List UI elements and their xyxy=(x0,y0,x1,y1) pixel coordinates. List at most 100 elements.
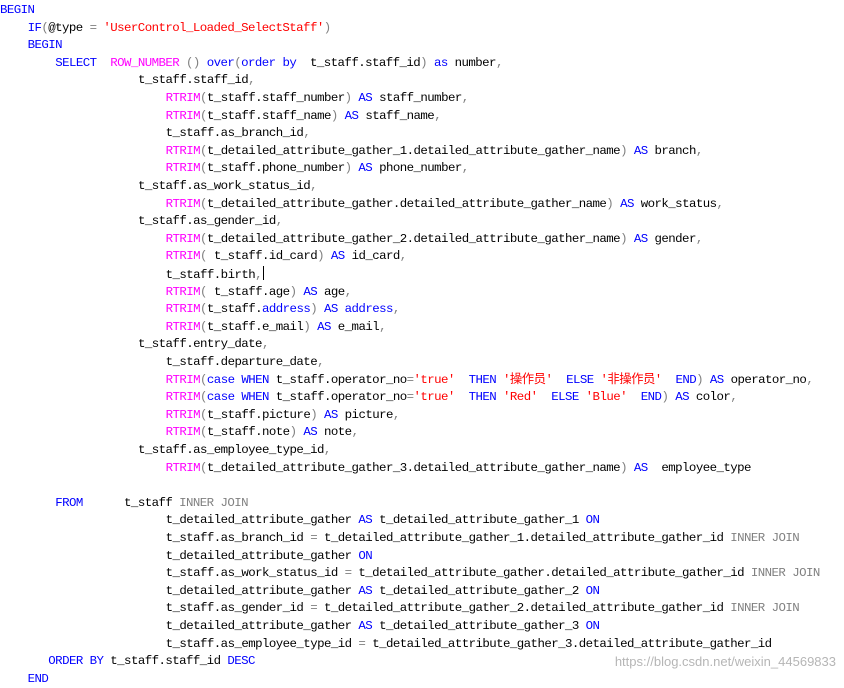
code-token: IF xyxy=(27,20,42,35)
code-line: t_staff.entry_date, xyxy=(0,336,269,354)
code-token: employee_type xyxy=(661,460,751,475)
code-token: t_staff.picture xyxy=(206,407,311,422)
code-token: case WHEN xyxy=(206,390,276,405)
code-token: t_staff.departure_date xyxy=(165,355,318,369)
code-token: , xyxy=(275,214,283,229)
code-line: RTRIM(t_staff.note) AS note, xyxy=(0,424,359,442)
code-token: () xyxy=(186,55,207,70)
code-token: AS xyxy=(709,372,731,387)
code-token: ELSE xyxy=(551,390,586,405)
code-token: AS xyxy=(633,231,655,246)
code-token: t_detailed_attribute_gather xyxy=(165,583,359,598)
code-token: , xyxy=(351,425,359,440)
code-token: t_detailed_attribute_gather_1.detailed_a… xyxy=(206,143,621,158)
code-token: AS xyxy=(633,143,655,158)
code-token: ) xyxy=(289,284,304,299)
code-token: BEGIN xyxy=(27,38,63,53)
code-token: phone_number xyxy=(379,161,462,176)
code-token: ) xyxy=(317,249,331,264)
code-token: 'true' xyxy=(413,390,469,405)
code-line: RTRIM(t_detailed_attribute_gather_2.deta… xyxy=(0,231,704,249)
code-line: RTRIM(t_staff.staff_number) AS staff_num… xyxy=(0,90,470,108)
code-line: t_staff.as_branch_id = t_detailed_attrib… xyxy=(0,530,800,548)
code-line: RTRIM(t_detailed_attribute_gather.detail… xyxy=(0,196,724,214)
code-token: t_staff.staff_id xyxy=(310,55,421,70)
code-token: ) xyxy=(620,143,634,158)
code-token: id_card xyxy=(351,249,401,264)
code-token: ( xyxy=(200,425,207,440)
code-token: AS xyxy=(317,319,338,334)
code-token: t_staff.e_mail xyxy=(206,319,304,334)
code-token: , xyxy=(434,108,442,123)
code-token: ) xyxy=(310,302,324,317)
code-token: picture xyxy=(344,407,394,422)
code-token: AS xyxy=(358,513,380,528)
code-token: over xyxy=(206,55,235,70)
code-line: RTRIM(t_staff.address) AS address, xyxy=(0,301,401,319)
code-token: , xyxy=(806,372,814,387)
code-token: AS xyxy=(358,161,380,176)
code-token: ( xyxy=(200,231,207,246)
code-token: note xyxy=(324,425,352,440)
code-line: END xyxy=(0,671,49,688)
code-token: number xyxy=(454,55,497,70)
code-token: INNER JOIN xyxy=(730,531,800,545)
code-token: DESC xyxy=(227,654,255,669)
code-token: END xyxy=(675,372,697,387)
code-token: AS xyxy=(344,108,366,123)
code-token: t_staff.entry_date xyxy=(138,337,263,352)
code-token: case WHEN xyxy=(206,372,276,387)
code-token: t_staff.id_card xyxy=(213,249,318,264)
text-caret xyxy=(263,266,264,280)
code-token: ) xyxy=(289,425,304,440)
code-token: ) xyxy=(310,407,324,422)
code-token: ORDER BY xyxy=(48,654,111,669)
code-token: = xyxy=(406,390,414,405)
code-line: FROM t_staff INNER JOIN xyxy=(0,495,248,513)
code-token: , xyxy=(695,231,703,246)
code-token: t_staff.age xyxy=(213,284,290,299)
code-token: AS xyxy=(358,619,380,633)
code-token: RTRIM xyxy=(165,284,201,299)
code-token: FROM xyxy=(55,495,125,510)
code-token: = xyxy=(406,372,414,387)
code-line: RTRIM( t_staff.id_card) AS id_card, xyxy=(0,248,408,266)
code-token: END xyxy=(27,671,49,686)
code-token: ( xyxy=(200,319,207,334)
code-line: t_detailed_attribute_gather AS t_detaile… xyxy=(0,512,600,530)
code-token: AS address xyxy=(324,302,393,317)
code-token: , xyxy=(392,407,400,422)
code-token: RTRIM xyxy=(165,319,201,334)
code-line: t_staff.birth, xyxy=(0,266,264,284)
code-token: RTRIM xyxy=(165,91,201,105)
code-line: BEGIN xyxy=(0,37,63,55)
code-token: , xyxy=(399,249,407,264)
code-token: AS xyxy=(303,284,325,299)
code-token: address xyxy=(262,302,311,317)
code-token: AS xyxy=(358,91,380,105)
code-token: = xyxy=(358,636,373,651)
code-token: staff_name xyxy=(365,108,435,123)
code-token: ( xyxy=(200,390,207,405)
code-editor[interactable]: BEGIN IF(@type = 'UserControl_Loaded_Sele… xyxy=(0,0,844,687)
code-token: ELSE xyxy=(566,372,601,387)
code-token: RTRIM xyxy=(165,390,201,405)
code-token: ( xyxy=(200,407,207,422)
code-token: ON xyxy=(585,513,600,528)
code-token: , xyxy=(379,319,386,334)
code-token: RTRIM xyxy=(165,460,201,475)
code-token: AS xyxy=(633,460,662,475)
code-token: SELECT xyxy=(55,55,111,70)
code-token: AS xyxy=(620,196,641,211)
code-token: ) xyxy=(344,161,359,176)
code-line: RTRIM(t_staff.picture) AS picture, xyxy=(0,407,401,425)
code-token: RTRIM xyxy=(165,231,201,246)
code-token: ) xyxy=(620,231,634,246)
code-token: branch xyxy=(654,143,697,158)
code-token: INNER JOIN xyxy=(730,601,800,616)
code-token: RTRIM xyxy=(165,196,201,211)
code-token: RTRIM xyxy=(165,425,201,440)
code-line: t_detailed_attribute_gather ON xyxy=(0,548,373,566)
code-token: INNER JOIN xyxy=(179,495,248,510)
code-token: t_staff.note xyxy=(206,425,290,440)
